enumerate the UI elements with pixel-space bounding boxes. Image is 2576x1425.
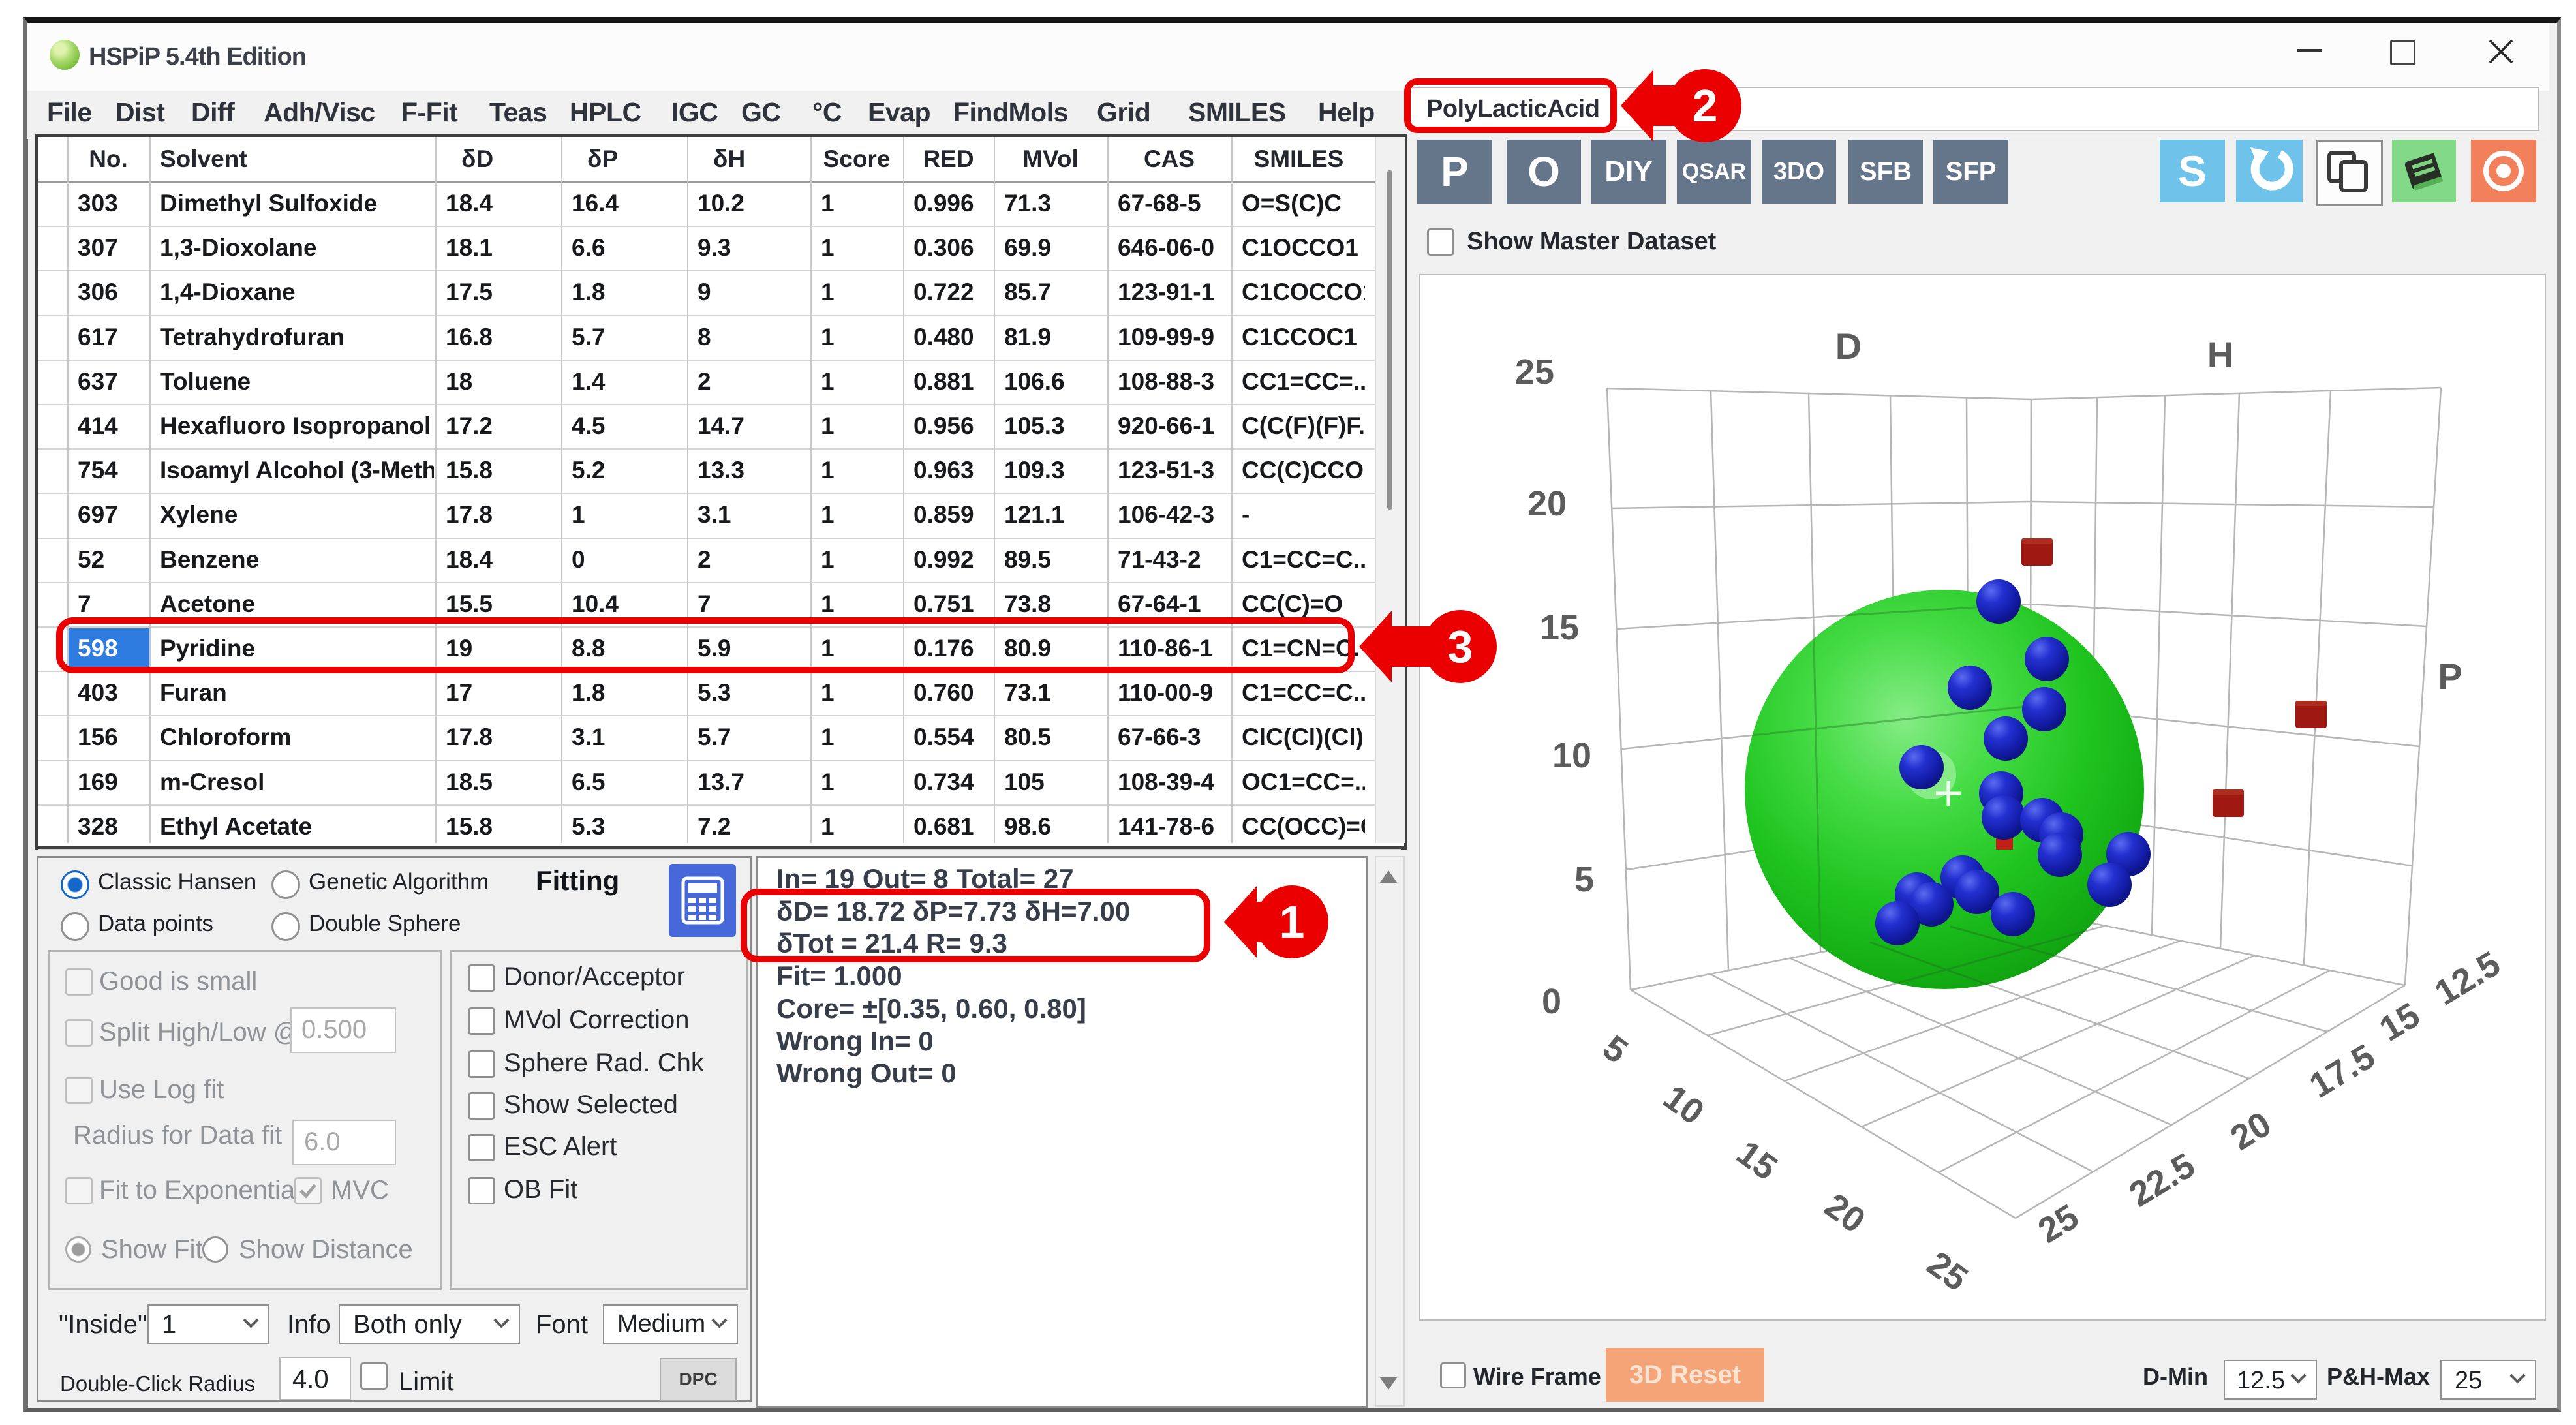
svg-text:10: 10	[1552, 736, 1591, 775]
svg-text:25: 25	[1920, 1244, 1975, 1299]
svg-text:25: 25	[1515, 352, 1554, 391]
svg-text:20: 20	[1818, 1186, 1873, 1241]
svg-text:15: 15	[2373, 995, 2427, 1049]
svg-text:20: 20	[1527, 484, 1567, 523]
svg-text:12.5: 12.5	[2428, 944, 2507, 1013]
svg-text:5: 5	[1596, 1028, 1635, 1071]
svg-text:P: P	[2438, 656, 2462, 697]
svg-text:15: 15	[1730, 1133, 1785, 1188]
svg-text:H: H	[2207, 334, 2233, 375]
svg-text:1: 1	[1280, 896, 1305, 947]
svg-text:25: 25	[2032, 1197, 2085, 1250]
svg-text:3: 3	[1448, 621, 1473, 672]
svg-text:15: 15	[1540, 608, 1579, 647]
svg-text:2: 2	[1693, 80, 1718, 131]
svg-text:10: 10	[1657, 1078, 1711, 1133]
svg-text:20: 20	[2224, 1104, 2278, 1157]
svg-text:22.5: 22.5	[2123, 1146, 2201, 1215]
svg-text:0: 0	[1542, 982, 1561, 1021]
svg-text:17.5: 17.5	[2303, 1037, 2382, 1106]
svg-text:5: 5	[1574, 860, 1594, 899]
svg-text:D: D	[1835, 326, 1862, 367]
